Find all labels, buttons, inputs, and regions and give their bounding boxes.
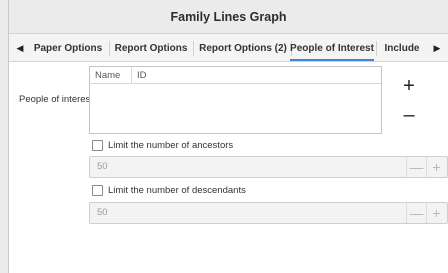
tab-label: Report Options (2) — [199, 42, 287, 54]
tab-people-of-interest[interactable]: People of Interest — [290, 34, 374, 62]
tab-divider — [109, 41, 110, 56]
column-header-id[interactable]: ID — [132, 67, 147, 83]
tab-divider — [193, 41, 194, 56]
window-title: Family Lines Graph — [170, 9, 287, 24]
tab-report-options-2[interactable]: Report Options (2) — [195, 34, 291, 62]
people-of-interest-list[interactable]: Name ID — [89, 66, 382, 134]
minus-icon: – — [403, 103, 415, 126]
limit-descendants-checkbox[interactable] — [92, 185, 103, 196]
ancestors-increment-button[interactable]: + — [426, 157, 446, 177]
tab-paper-options[interactable]: Paper Options — [29, 34, 107, 62]
tab-divider — [376, 41, 377, 56]
limit-ancestors-checkbox[interactable] — [92, 140, 103, 151]
tab-label: Paper Options — [33, 42, 103, 54]
tab-label: Include — [384, 42, 420, 54]
descendants-value: 50 — [97, 207, 108, 218]
limit-ancestors-checkbox-row[interactable]: Limit the number of ancestors — [92, 139, 233, 152]
tab-scroll-left-button[interactable]: ◀ — [11, 34, 29, 62]
tab-bar: ◀ Paper Options Report Options Report Op… — [9, 34, 448, 62]
limit-descendants-label: Limit the number of descendants — [108, 185, 246, 196]
tab-label: People of Interest — [290, 42, 374, 54]
descendants-spinbox[interactable]: 50 — + — [89, 202, 448, 224]
descendants-decrement-button[interactable]: — — [406, 203, 426, 223]
people-of-interest-label: People of interest: — [19, 94, 96, 105]
tab-include[interactable]: Include — [378, 34, 426, 62]
plus-icon: + — [403, 74, 415, 97]
ancestors-value: 50 — [97, 161, 108, 172]
triangle-right-icon: ▶ — [433, 42, 441, 53]
remove-person-button[interactable]: – — [398, 104, 420, 126]
tab-content-people-of-interest: People of interest: Name ID + – Limit th… — [9, 63, 448, 273]
triangle-left-icon: ◀ — [16, 42, 24, 53]
ancestors-spinbox[interactable]: 50 — + — [89, 156, 448, 178]
list-header: Name ID — [90, 67, 381, 84]
ancestors-decrement-button[interactable]: — — [406, 157, 426, 177]
title-bar: Family Lines Graph — [9, 0, 448, 34]
tab-label: Report Options — [114, 42, 188, 54]
descendants-increment-button[interactable]: + — [426, 203, 446, 223]
limit-ancestors-label: Limit the number of ancestors — [108, 140, 234, 151]
tab-report-options[interactable]: Report Options — [111, 34, 191, 62]
tab-scroll-right-button[interactable]: ▶ — [428, 34, 446, 62]
limit-descendants-checkbox-row[interactable]: Limit the number of descendants — [92, 184, 246, 197]
column-header-name[interactable]: Name — [90, 67, 132, 83]
left-window-edge — [0, 0, 9, 273]
add-person-button[interactable]: + — [398, 75, 420, 97]
